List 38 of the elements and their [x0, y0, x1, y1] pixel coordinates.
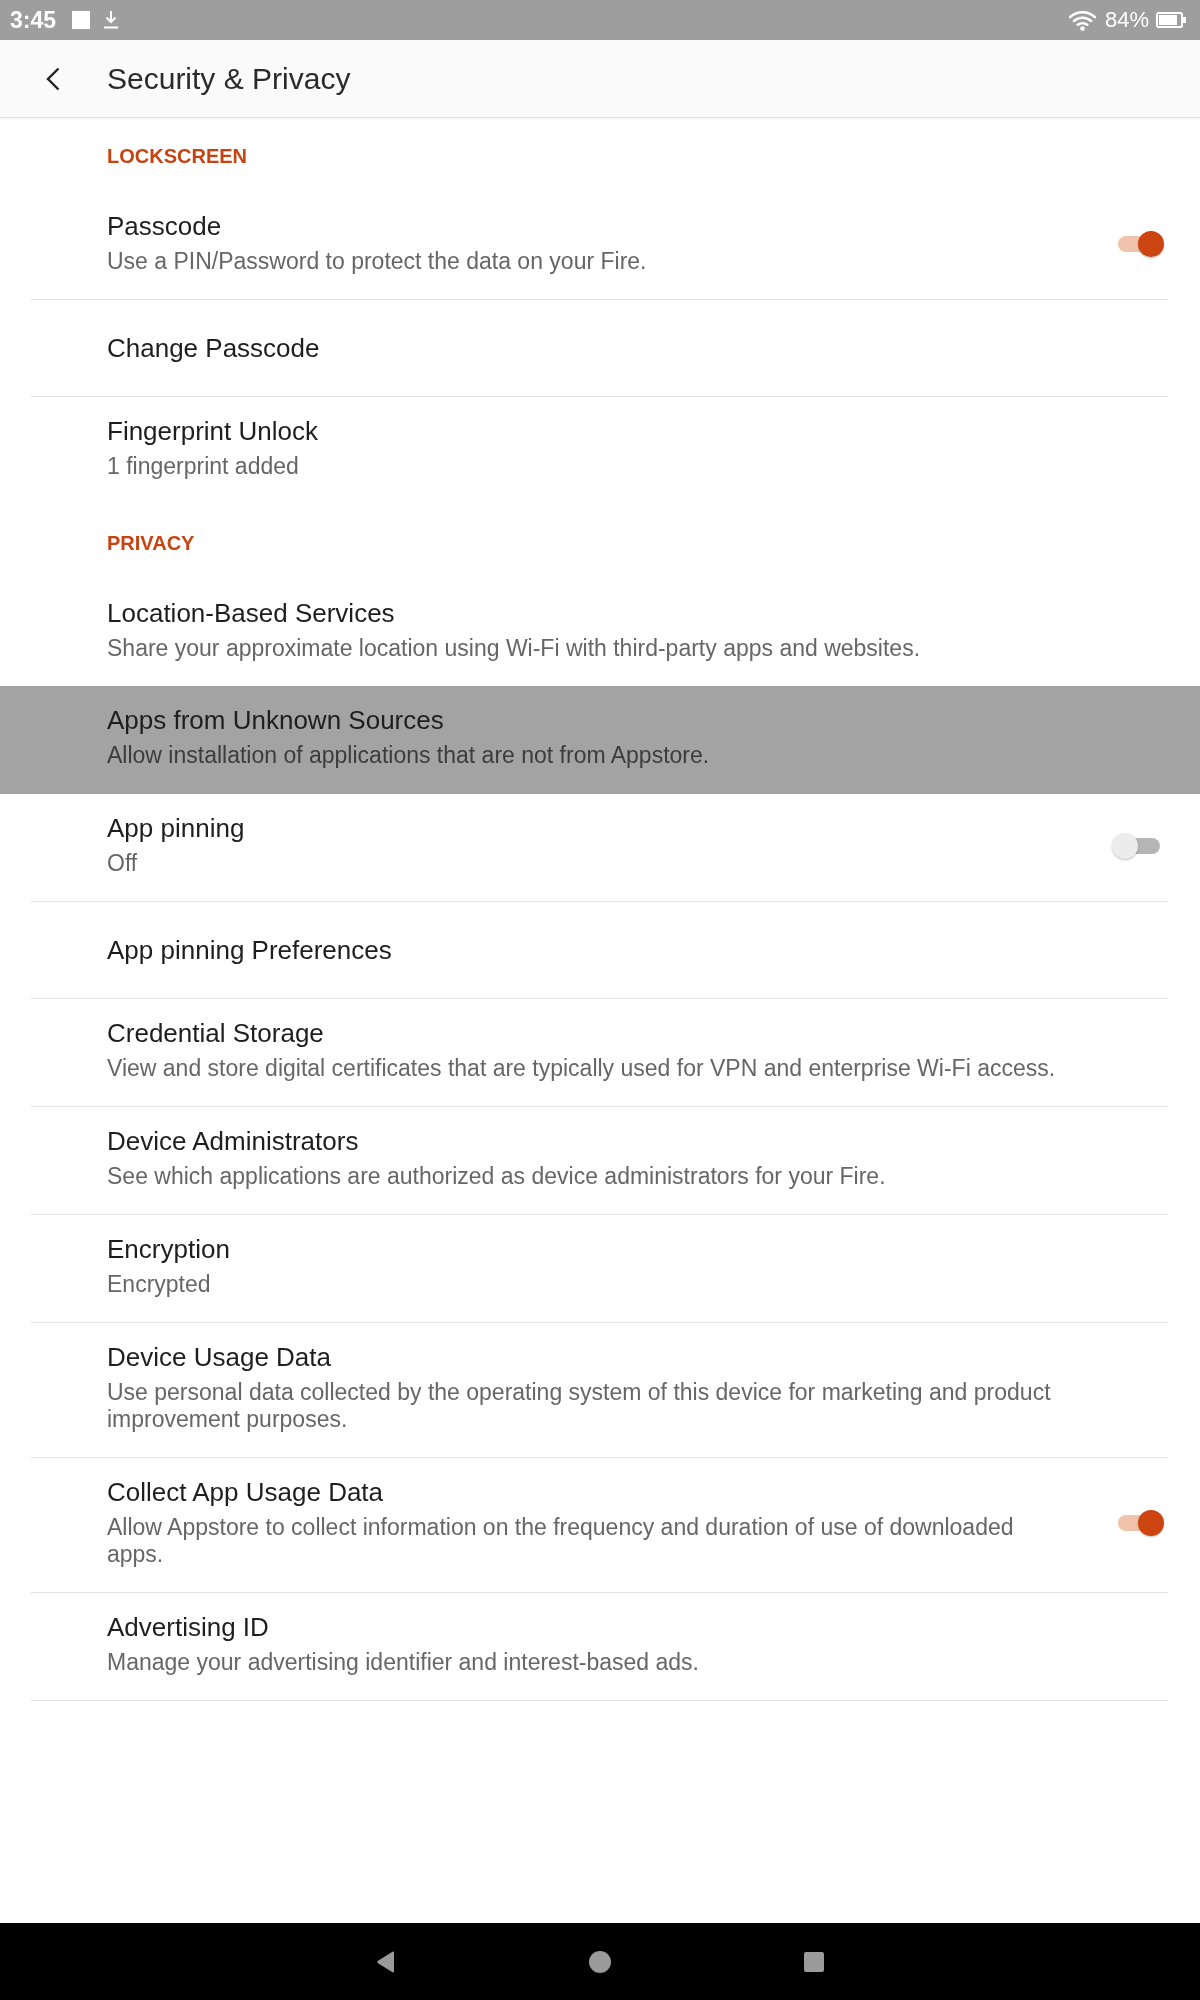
setting-description: Off	[107, 850, 138, 877]
setting-title: Device Administrators	[107, 1127, 359, 1155]
page-title: Security & Privacy	[107, 60, 351, 97]
setting-description: Allow installation of applications that are not from Appstore.	[107, 742, 710, 769]
home-circle-icon[interactable]	[589, 1950, 611, 1973]
setting-title: Change Passcode	[107, 334, 320, 362]
notification-square-icon	[72, 11, 91, 29]
setting-title: Device Usage Data	[107, 1343, 331, 1371]
download-icon	[104, 11, 119, 29]
setting-description: Use personal data collected by the operating system of this device for marketing and product improvement purposes.	[107, 1379, 1052, 1433]
section-header: LOCKSCREEN	[107, 144, 247, 168]
setting-title: App pinning Preferences	[107, 936, 392, 964]
recents-square-icon[interactable]	[803, 1950, 825, 1973]
setting-description: Allow Appstore to collect information on the frequency and duration of use of downloaded apps.	[107, 1514, 1015, 1568]
setting-description: Encrypted	[107, 1271, 211, 1298]
setting-title: Collect App Usage Data	[107, 1478, 384, 1506]
setting-title: Fingerprint Unlock	[107, 417, 318, 445]
setting-title: Encryption	[107, 1235, 230, 1263]
setting-title: Advertising ID	[107, 1613, 269, 1641]
wifi-icon	[1068, 9, 1096, 31]
setting-description: Share your approximate location using Wi-Fi with third-party apps and websites.	[107, 635, 921, 662]
setting-title: Credential Storage	[107, 1019, 324, 1047]
section-header: PRIVACY	[107, 531, 195, 555]
back-chevron-icon	[46, 66, 60, 91]
battery-icon	[1156, 12, 1186, 28]
setting-title: Passcode	[107, 212, 222, 240]
setting-description: Use a PIN/Password to protect the data on your Fire.	[107, 248, 647, 275]
status-time: 3:45	[10, 6, 57, 34]
setting-description: View and store digital certificates that are typically used for VPN and enterprise Wi-Fi access.	[107, 1055, 1056, 1082]
setting-description: See which applications are authorized as device administrators for your Fire.	[107, 1163, 886, 1190]
setting-description: 1 fingerprint added	[107, 453, 299, 480]
setting-title: Location-Based Services	[107, 599, 395, 627]
back-triangle-icon[interactable]	[375, 1950, 397, 1973]
settings-list-item[interactable]: Apps from Unknown Sources Allow installation of applications that are not from Appstore.	[0, 686, 1200, 794]
setting-title: App pinning	[107, 814, 245, 842]
setting-description: Manage your advertising identifier and interest-based ads.	[107, 1649, 699, 1676]
setting-title: Apps from Unknown Sources	[107, 706, 444, 734]
battery-percentage: 84%	[1104, 6, 1149, 34]
